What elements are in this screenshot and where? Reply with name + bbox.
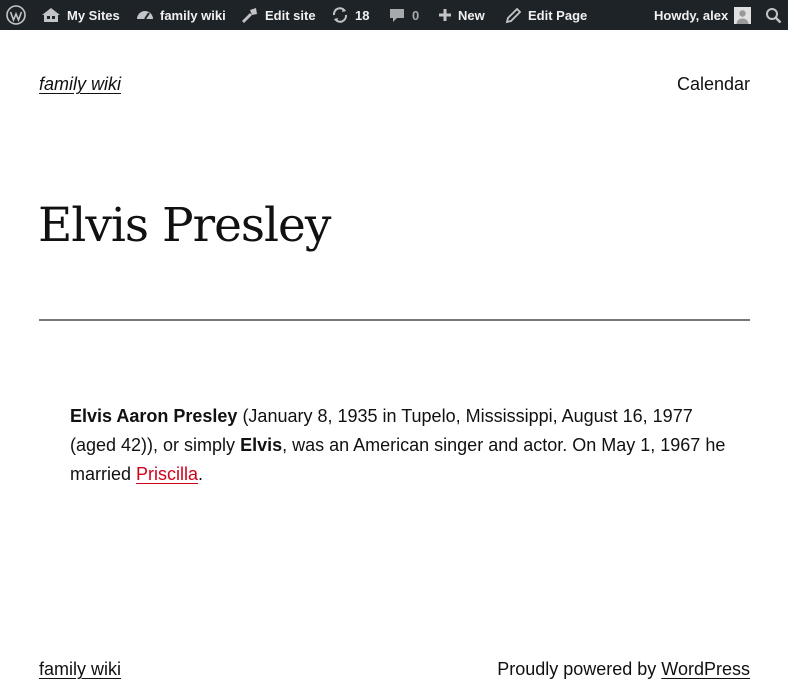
search-icon bbox=[765, 7, 782, 24]
comment-bubble-icon bbox=[388, 6, 406, 24]
wordpress-menu[interactable] bbox=[6, 0, 26, 30]
dashboard-icon bbox=[136, 6, 154, 24]
comments-count: 0 bbox=[412, 7, 420, 23]
bold-short-name: Elvis bbox=[240, 435, 283, 455]
updates-count: 18 bbox=[355, 7, 370, 23]
wordpress-logo-icon bbox=[6, 5, 26, 25]
account-menu[interactable]: Howdy, alex bbox=[654, 0, 752, 30]
my-sites-icon bbox=[41, 6, 61, 24]
site-name-menu[interactable]: family wiki bbox=[136, 0, 226, 30]
brush-icon bbox=[240, 6, 259, 24]
credit-prefix: Proudly powered by bbox=[497, 659, 662, 679]
content-text-3: . bbox=[198, 464, 204, 484]
nav-item-calendar[interactable]: Calendar bbox=[677, 74, 750, 95]
site-name-label: family wiki bbox=[160, 7, 226, 23]
new-content-button[interactable]: New bbox=[438, 0, 485, 30]
edit-page-button[interactable]: Edit Page bbox=[505, 0, 587, 30]
edit-page-label: Edit Page bbox=[528, 7, 588, 23]
priscilla-link[interactable]: Priscilla bbox=[136, 464, 198, 484]
wordpress-link[interactable]: WordPress bbox=[661, 659, 750, 679]
site-title-link[interactable]: family wiki bbox=[39, 74, 121, 95]
updates-button[interactable]: 18 bbox=[331, 0, 369, 30]
page-title: Elvis Presley bbox=[38, 198, 331, 253]
edit-site-button[interactable]: Edit site bbox=[240, 0, 316, 30]
howdy-label: Howdy, alex bbox=[654, 7, 729, 23]
new-label: New bbox=[458, 7, 485, 23]
my-sites-label: My Sites bbox=[67, 7, 120, 23]
admin-bar: My Sites family wiki Edit site 18 0 New … bbox=[0, 0, 788, 30]
comments-button[interactable]: 0 bbox=[388, 0, 419, 30]
bold-full-name: Elvis Aaron Presley bbox=[70, 406, 238, 426]
refresh-icon bbox=[331, 6, 349, 24]
avatar bbox=[734, 6, 752, 24]
footer-credit: Proudly powered by WordPress bbox=[497, 659, 750, 680]
page-content: Elvis Aaron Presley (January 8, 1935 in … bbox=[70, 402, 730, 489]
search-button[interactable] bbox=[765, 0, 782, 30]
footer-site-title-link[interactable]: family wiki bbox=[39, 659, 121, 680]
plus-icon bbox=[438, 8, 452, 22]
pencil-icon bbox=[505, 7, 522, 24]
my-sites-menu[interactable]: My Sites bbox=[41, 0, 120, 30]
separator bbox=[39, 319, 750, 321]
edit-site-label: Edit site bbox=[265, 7, 316, 23]
